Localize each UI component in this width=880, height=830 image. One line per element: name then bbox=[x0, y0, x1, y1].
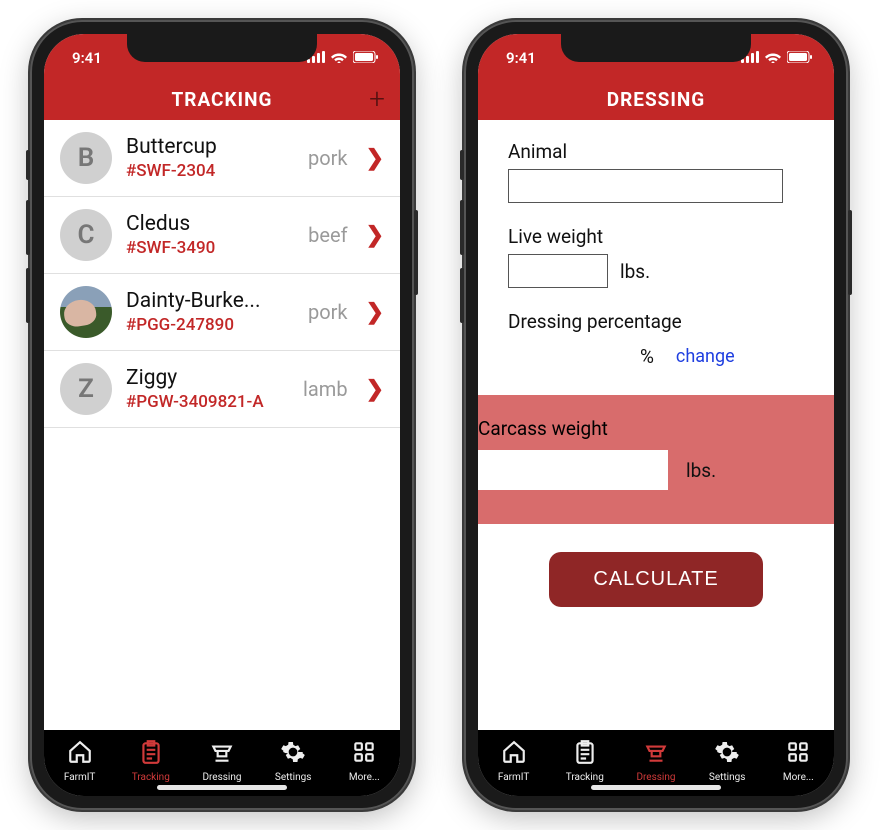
side-button bbox=[26, 150, 30, 180]
change-link[interactable]: change bbox=[676, 346, 735, 367]
battery-icon bbox=[353, 49, 378, 67]
tab-tracking[interactable]: Tracking bbox=[115, 739, 186, 783]
home-indicator bbox=[591, 785, 721, 790]
tab-settings[interactable]: Settings bbox=[258, 739, 329, 783]
tab-label: Settings bbox=[709, 772, 746, 783]
status-time: 9:41 bbox=[506, 49, 536, 67]
tab-more[interactable]: More... bbox=[763, 739, 834, 783]
chevron-right-icon: ❯ bbox=[366, 146, 384, 171]
unit-lbs: lbs. bbox=[686, 459, 716, 482]
dressing-pct-label: Dressing percentage bbox=[508, 310, 814, 333]
animal-label: Animal bbox=[508, 140, 814, 163]
chevron-right-icon: ❯ bbox=[366, 377, 384, 402]
tab-more[interactable]: More... bbox=[329, 739, 400, 783]
list-item[interactable]: Dainty-Burke... #PGG-247890 pork ❯ bbox=[44, 274, 400, 351]
dressing-form: Animal Live weight lbs. Dressing percent… bbox=[478, 120, 834, 730]
animal-id: #SWF-3490 bbox=[126, 238, 294, 258]
gear-icon bbox=[714, 739, 740, 770]
gear-icon bbox=[280, 739, 306, 770]
dressing-pct-input[interactable] bbox=[508, 339, 628, 373]
status-time: 9:41 bbox=[72, 49, 102, 67]
tracking-list: B Buttercup #SWF-2304 pork ❯ C Cledus #S… bbox=[44, 120, 400, 730]
grid-icon bbox=[351, 739, 377, 770]
animal-type: pork bbox=[308, 300, 348, 324]
tab-label: Settings bbox=[275, 772, 312, 783]
page-title: TRACKING bbox=[172, 88, 273, 111]
side-button bbox=[460, 200, 464, 255]
status-icons bbox=[741, 49, 812, 67]
add-button[interactable]: + bbox=[369, 85, 386, 113]
battery-icon bbox=[787, 49, 812, 67]
tab-label: FarmIT bbox=[64, 772, 96, 783]
animal-name: Dainty-Burke... bbox=[126, 289, 294, 313]
wifi-icon bbox=[765, 49, 781, 67]
clipboard-icon bbox=[138, 739, 164, 770]
avatar-initial: C bbox=[60, 209, 112, 261]
home-icon bbox=[67, 739, 93, 770]
chevron-right-icon: ❯ bbox=[366, 223, 384, 248]
side-button bbox=[848, 210, 852, 295]
status-icons bbox=[307, 49, 378, 67]
grid-icon bbox=[785, 739, 811, 770]
home-indicator bbox=[157, 785, 287, 790]
side-button bbox=[460, 150, 464, 180]
side-button bbox=[26, 200, 30, 255]
live-weight-input[interactable] bbox=[508, 254, 608, 288]
tab-dressing[interactable]: Dressing bbox=[186, 739, 257, 783]
animal-type: beef bbox=[308, 223, 347, 247]
animal-name: Cledus bbox=[126, 212, 294, 236]
animal-type: lamb bbox=[303, 377, 348, 401]
tab-label: More... bbox=[349, 772, 380, 783]
tab-label: FarmIT bbox=[498, 772, 530, 783]
avatar-initial: Z bbox=[60, 363, 112, 415]
wifi-icon bbox=[331, 49, 347, 67]
unit-pct: % bbox=[640, 345, 654, 368]
animal-name: Ziggy bbox=[126, 366, 289, 390]
notch bbox=[561, 34, 751, 62]
calculate-button[interactable]: CALCULATE bbox=[549, 552, 762, 607]
unit-lbs: lbs. bbox=[620, 260, 650, 283]
phone-dressing: 9:41 DRESSING bbox=[464, 20, 848, 810]
tab-label: Dressing bbox=[636, 772, 675, 783]
phone-tracking: 9:41 TRACKING + bbox=[30, 20, 414, 810]
live-weight-label: Live weight bbox=[508, 225, 814, 248]
list-item[interactable]: B Buttercup #SWF-2304 pork ❯ bbox=[44, 120, 400, 197]
animal-id: #PGG-247890 bbox=[126, 315, 294, 335]
tab-label: Dressing bbox=[202, 772, 241, 783]
list-item[interactable]: Z Ziggy #PGW-3409821-A lamb ❯ bbox=[44, 351, 400, 428]
animal-input[interactable] bbox=[508, 169, 783, 203]
tab-label: More... bbox=[783, 772, 814, 783]
carcass-output bbox=[478, 450, 668, 490]
tab-tracking[interactable]: Tracking bbox=[549, 739, 620, 783]
carcass-result: Carcass weight lbs. bbox=[478, 395, 834, 524]
header-tracking: TRACKING + bbox=[44, 78, 400, 120]
animal-id: #SWF-2304 bbox=[126, 161, 294, 181]
side-button bbox=[26, 268, 30, 323]
avatar-photo bbox=[60, 286, 112, 338]
list-item[interactable]: C Cledus #SWF-3490 beef ❯ bbox=[44, 197, 400, 274]
tab-label: Tracking bbox=[566, 772, 604, 783]
home-icon bbox=[501, 739, 527, 770]
scale-icon bbox=[643, 739, 669, 770]
side-button bbox=[460, 268, 464, 323]
side-button bbox=[414, 210, 418, 295]
animal-name: Buttercup bbox=[126, 135, 294, 159]
tab-farmit[interactable]: FarmIT bbox=[478, 739, 549, 783]
tab-settings[interactable]: Settings bbox=[692, 739, 763, 783]
notch bbox=[127, 34, 317, 62]
tab-dressing[interactable]: Dressing bbox=[620, 739, 691, 783]
scale-icon bbox=[209, 739, 235, 770]
page-title: DRESSING bbox=[607, 88, 706, 111]
clipboard-icon bbox=[572, 739, 598, 770]
tab-farmit[interactable]: FarmIT bbox=[44, 739, 115, 783]
header-dressing: DRESSING bbox=[478, 78, 834, 120]
avatar-initial: B bbox=[60, 132, 112, 184]
animal-type: pork bbox=[308, 146, 348, 170]
tab-label: Tracking bbox=[132, 772, 170, 783]
chevron-right-icon: ❯ bbox=[366, 300, 384, 325]
animal-id: #PGW-3409821-A bbox=[126, 392, 289, 412]
carcass-label: Carcass weight bbox=[478, 417, 824, 440]
